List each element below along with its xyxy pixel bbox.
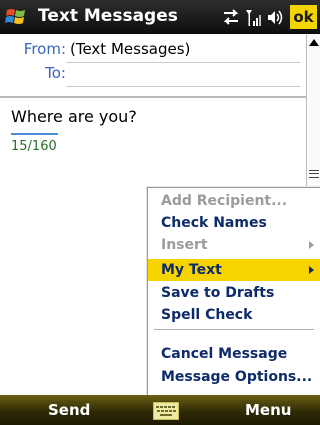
speaker-icon[interactable] xyxy=(268,10,283,25)
from-divider xyxy=(66,62,300,63)
menu-item-check-names[interactable]: Check Names xyxy=(148,212,320,234)
send-softkey[interactable]: Send xyxy=(48,401,90,419)
windows-flag-icon[interactable] xyxy=(5,6,29,28)
menu-item-message-options[interactable]: Message Options... xyxy=(148,366,320,388)
scroll-grip-icon[interactable] xyxy=(309,170,319,178)
header-separator xyxy=(0,96,306,98)
menu-item-label: Check Names xyxy=(161,215,267,231)
menu-item-cancel-message[interactable]: Cancel Message xyxy=(148,343,320,365)
from-label: From: xyxy=(23,40,66,58)
status-icons[interactable] xyxy=(222,6,286,28)
message-body[interactable]: Where are you? xyxy=(11,107,137,126)
window-title: Text Messages xyxy=(38,6,178,26)
menu-item-label: Spell Check xyxy=(161,307,253,323)
softkey-bar: Send Menu xyxy=(0,395,320,425)
from-row[interactable]: From: (Text Messages) xyxy=(0,40,306,63)
menu-softkey[interactable]: Menu xyxy=(245,401,291,419)
menu-item-spell-check[interactable]: Spell Check xyxy=(148,304,320,326)
title-bar: Text Messages ok xyxy=(0,0,320,34)
sync-arrows-icon[interactable] xyxy=(223,9,239,25)
to-label: To: xyxy=(45,64,66,82)
scroll-up-icon[interactable] xyxy=(309,39,319,46)
submenu-arrow-icon xyxy=(309,266,314,274)
keyboard-icon[interactable] xyxy=(153,402,179,420)
menu-item-label: Cancel Message xyxy=(161,346,288,362)
submenu-arrow-icon xyxy=(309,241,314,249)
menu-item-insert[interactable]: Insert xyxy=(148,234,320,256)
menu-item-add-recipient[interactable]: Add Recipient... xyxy=(148,190,320,212)
menu-separator xyxy=(154,329,314,330)
ok-button[interactable]: ok xyxy=(290,5,317,29)
menu-item-label: Message Options... xyxy=(161,369,313,385)
context-menu: Add Recipient... Check Names Insert My T… xyxy=(147,187,320,397)
to-row[interactable]: To: xyxy=(0,64,306,90)
message-header: From: (Text Messages) To: xyxy=(0,34,306,96)
character-counter: 15/160 xyxy=(11,139,57,154)
menu-item-label: Save to Drafts xyxy=(161,285,275,301)
signal-strength-icon[interactable] xyxy=(246,10,261,26)
menu-item-label: My Text xyxy=(161,262,222,278)
menu-item-label: Insert xyxy=(161,237,208,253)
from-field[interactable]: (Text Messages) xyxy=(70,40,190,58)
text-caret-underline xyxy=(11,133,58,135)
menu-item-save-to-drafts[interactable]: Save to Drafts xyxy=(148,282,320,304)
menu-item-label: Add Recipient... xyxy=(161,193,288,209)
to-divider xyxy=(66,86,300,87)
menu-item-my-text[interactable]: My Text xyxy=(148,259,320,281)
